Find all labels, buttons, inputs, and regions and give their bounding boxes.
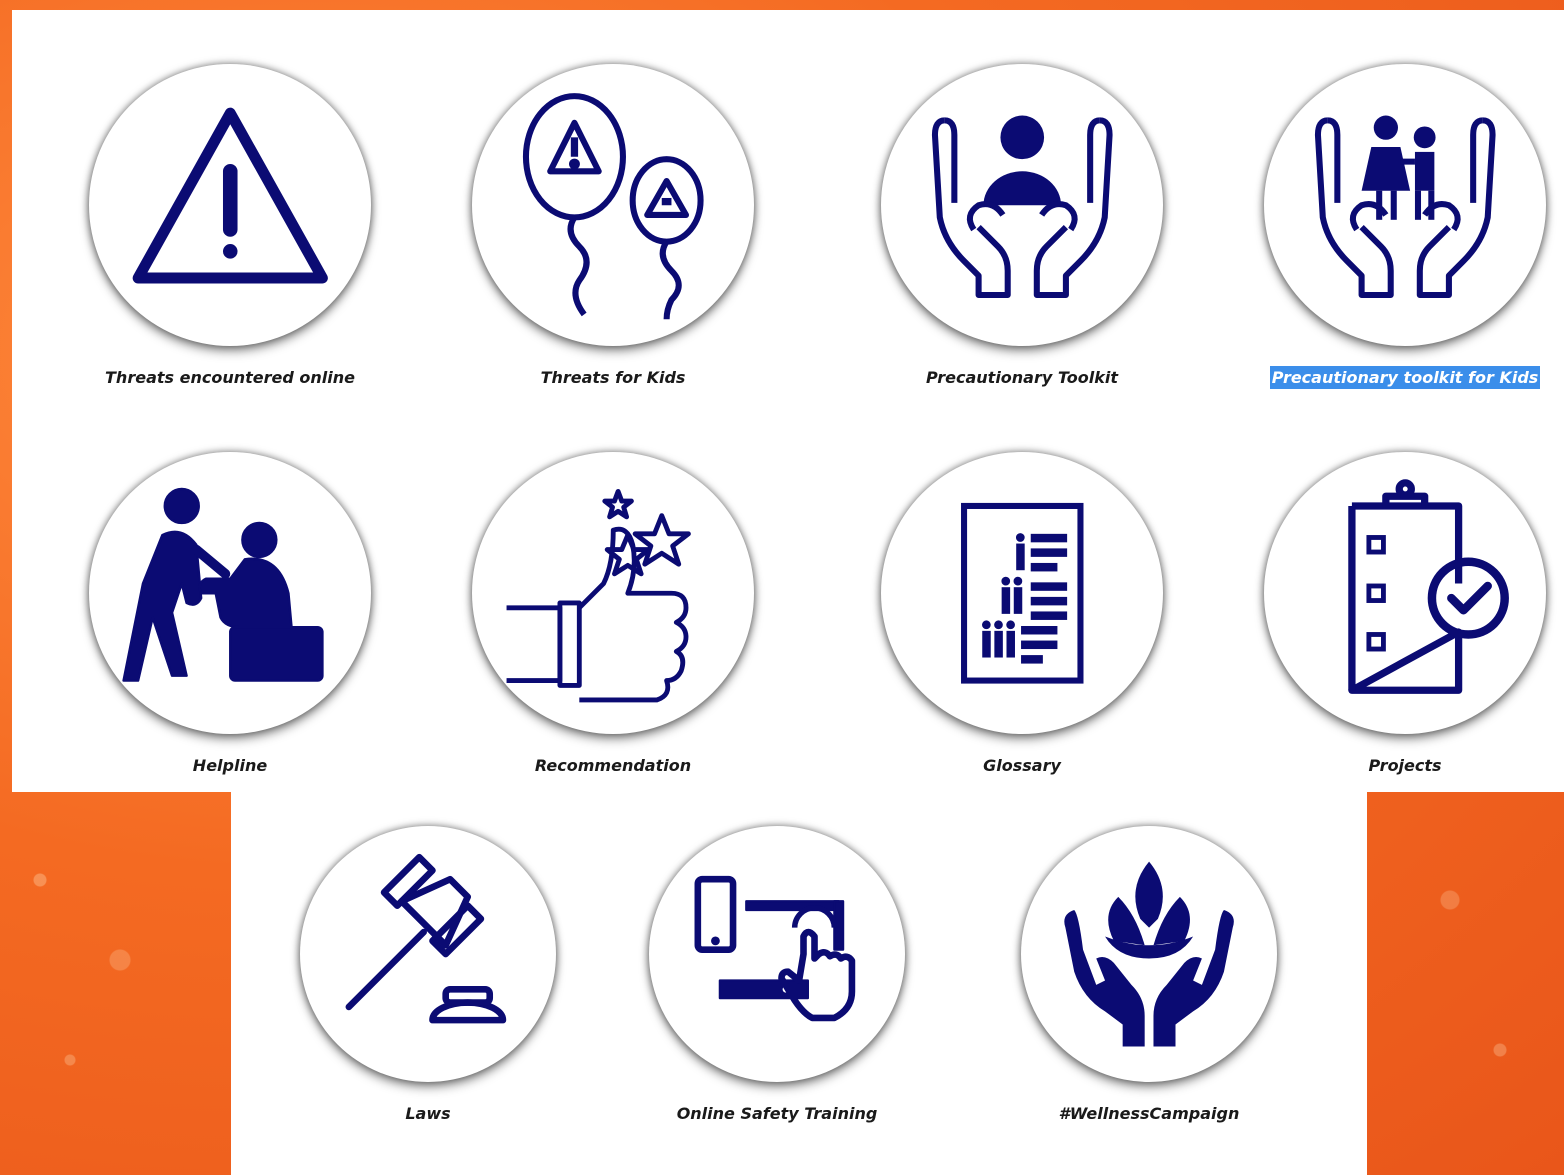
tile-helpline[interactable]: Helpline — [85, 452, 375, 777]
tile-label[interactable]: Glossary — [981, 754, 1063, 777]
tile-label[interactable]: Threats encountered online — [103, 366, 357, 389]
lotus-hands-icon[interactable] — [1021, 826, 1277, 1082]
tile-label[interactable]: Online Safety Training — [675, 1102, 880, 1125]
thumbs-up-stars-icon[interactable] — [472, 452, 754, 734]
tile-threats-online[interactable]: Threats encountered online — [85, 64, 375, 389]
tile-label[interactable]: Precautionary Toolkit — [924, 366, 1120, 389]
devices-touch-icon[interactable] — [649, 826, 905, 1082]
clipboard-check-icon[interactable] — [1264, 452, 1546, 734]
person-in-hands-icon[interactable] — [881, 64, 1163, 346]
tile-glossary[interactable]: Glossary — [877, 452, 1167, 777]
tile-wellness[interactable]: #WellnessCampaign — [1004, 826, 1294, 1125]
warning-balloons-icon[interactable] — [472, 64, 754, 346]
children-in-hands-icon[interactable] — [1264, 64, 1546, 346]
tile-laws[interactable]: Laws — [283, 826, 573, 1125]
tile-toolkit-kids[interactable]: Precautionary toolkit for Kids — [1260, 64, 1550, 389]
tile-label[interactable]: #WellnessCampaign — [1057, 1102, 1242, 1125]
tile-label[interactable]: Helpline — [191, 754, 269, 777]
tile-toolkit[interactable]: Precautionary Toolkit — [877, 64, 1167, 389]
tile-label[interactable]: Threats for Kids — [539, 366, 688, 389]
tile-projects[interactable]: Projects — [1260, 452, 1550, 777]
tile-recommendation[interactable]: Recommendation — [468, 452, 758, 777]
helping-person-icon[interactable] — [89, 452, 371, 734]
tile-label[interactable]: Laws — [403, 1102, 452, 1125]
tile-threats-kids[interactable]: Threats for Kids — [468, 64, 758, 389]
tile-training[interactable]: Online Safety Training — [632, 826, 922, 1125]
tile-label[interactable]: Recommendation — [533, 754, 693, 777]
tile-label[interactable]: Projects — [1366, 754, 1443, 777]
gavel-icon[interactable] — [300, 826, 556, 1082]
glossary-list-icon[interactable] — [881, 452, 1163, 734]
warning-triangle-icon[interactable] — [89, 64, 371, 346]
tile-label-selected[interactable]: Precautionary toolkit for Kids — [1269, 366, 1541, 389]
